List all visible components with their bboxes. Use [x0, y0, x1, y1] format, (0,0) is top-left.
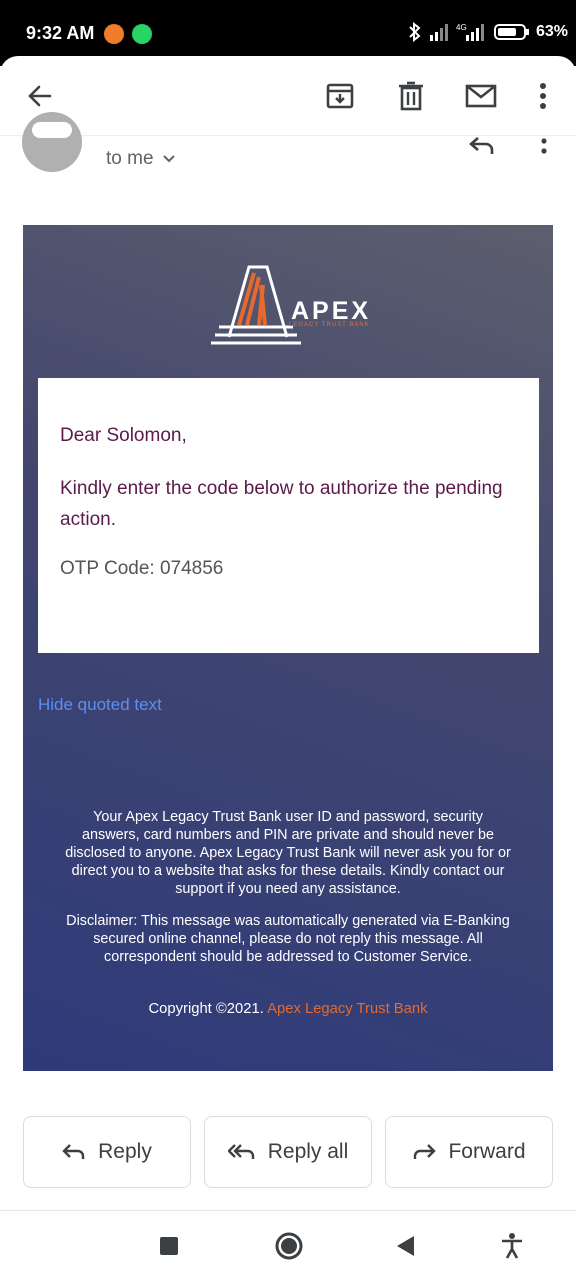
system-nav-bar [0, 1210, 576, 1280]
action-bar: Reply Reply all Forward [0, 1116, 576, 1188]
home-circle-icon[interactable] [274, 1231, 304, 1261]
notice-paragraph: Your Apex Legacy Trust Bank user ID and … [65, 809, 511, 897]
copyright-prefix: Copyright ©2021. [148, 1001, 264, 1017]
reply-all-label: Reply all [267, 1140, 349, 1163]
reply-all-button[interactable]: Reply all [204, 1116, 372, 1188]
delete-icon[interactable] [393, 78, 429, 114]
copyright-bank-link[interactable]: Apex Legacy Trust Bank [267, 1001, 427, 1017]
message-more-icon[interactable] [539, 138, 549, 158]
recipient-toggle[interactable]: to me [106, 148, 176, 170]
forward-arrow-icon [414, 1144, 437, 1159]
message-text: Kindly enter the code below to authorize… [60, 478, 503, 530]
greeting: Dear Solomon, [60, 425, 187, 446]
battery-icon [493, 24, 529, 40]
apex-logo-subtitle: LEGACY TRUST BANK [289, 322, 370, 328]
email-body: APEX LEGACY TRUST BANK Dear Solomon, Kin… [23, 225, 553, 1071]
mark-unread-mail-icon[interactable] [463, 78, 499, 114]
reply-button[interactable]: Reply [23, 1116, 191, 1188]
notification-app-icon [104, 24, 124, 44]
whatsapp-icon [132, 24, 152, 44]
forward-label: Forward [448, 1140, 526, 1163]
signal-icon [429, 24, 448, 41]
otp-code: OTP Code: 074856 [60, 558, 224, 579]
reply-icon[interactable] [468, 134, 496, 156]
battery-percent: 63% [535, 23, 568, 40]
sender-avatar[interactable] [22, 112, 82, 172]
recents-square-icon[interactable] [160, 1237, 178, 1255]
accessibility-icon[interactable] [500, 1233, 524, 1259]
hide-quoted-text-link[interactable]: Hide quoted text [38, 695, 162, 715]
app-bar [0, 56, 576, 136]
back-triangle-icon[interactable] [396, 1235, 416, 1257]
forward-button[interactable]: Forward [385, 1116, 553, 1188]
message-box: Dear Solomon, Kindly enter the code belo… [38, 378, 539, 653]
chevron-down-icon [162, 155, 175, 163]
security-notice: Your Apex Legacy Trust Bank user ID and … [63, 808, 513, 980]
status-indicators: 4G 63% [408, 22, 568, 42]
disclaimer-paragraph: Disclaimer: This message was automatical… [66, 913, 510, 965]
bluetooth-icon [409, 22, 421, 42]
svg-text:4G: 4G [456, 23, 467, 32]
more-vertical-icon[interactable] [525, 78, 561, 114]
archive-icon[interactable] [322, 78, 358, 114]
reply-arrow-icon [62, 1144, 85, 1159]
reply-all-icon [227, 1144, 254, 1159]
signal-4g-icon: 4G [456, 23, 484, 41]
reply-label: Reply [98, 1140, 152, 1163]
to-me-label: to me [106, 148, 154, 169]
back-arrow-icon[interactable] [22, 78, 58, 114]
status-time: 9:32 AM [26, 23, 95, 43]
copyright-line: Copyright ©2021. Apex Legacy Trust Bank [23, 1001, 553, 1017]
